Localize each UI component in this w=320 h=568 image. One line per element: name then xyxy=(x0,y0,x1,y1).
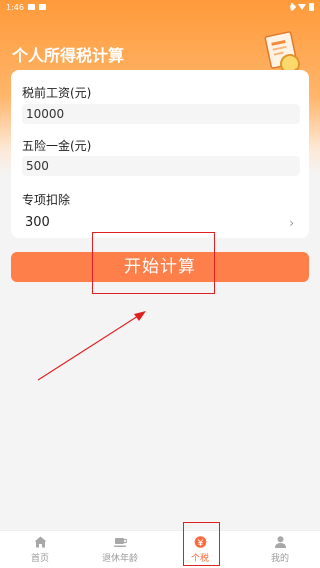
salary-label: 税前工资(元) xyxy=(22,86,92,100)
tab-retirement-label: 退休年龄 xyxy=(101,553,138,564)
chevron-right-icon: › xyxy=(289,216,294,230)
insurance-label: 五险一金(元) xyxy=(22,139,92,153)
coffee-icon xyxy=(113,537,127,547)
wifi-icon xyxy=(287,2,297,12)
deduction-value: 300 xyxy=(25,215,50,230)
notification-icon-2 xyxy=(38,4,46,10)
annotation-highlight-tab xyxy=(183,522,220,566)
tab-bar: 首页 退休年龄 个税 我的 xyxy=(0,530,320,568)
tab-home-label: 首页 xyxy=(30,553,49,564)
notification-icon xyxy=(27,4,35,10)
status-bar: 1:46 xyxy=(0,0,320,14)
tab-mine-label: 我的 xyxy=(270,553,289,564)
battery-icon xyxy=(309,3,314,11)
user-icon xyxy=(274,535,286,548)
tab-mine[interactable]: 我的 xyxy=(240,531,320,568)
annotation-highlight-button xyxy=(92,232,215,294)
home-icon xyxy=(34,536,46,547)
insurance-input[interactable]: 500 xyxy=(22,156,300,176)
tax-form-card: 税前工资(元) 10000 五险一金(元) 500 专项扣除 300 › xyxy=(11,70,309,238)
deduction-select[interactable]: 300 › xyxy=(22,212,300,234)
deduction-label: 专项扣除 xyxy=(22,193,71,207)
tab-home[interactable]: 首页 xyxy=(0,531,80,568)
signal-icon xyxy=(298,4,306,10)
status-time: 1:46 xyxy=(6,2,24,12)
tab-retirement-age[interactable]: 退休年龄 xyxy=(80,531,160,568)
page-title: 个人所得税计算 xyxy=(12,46,125,65)
salary-input[interactable]: 10000 xyxy=(22,104,300,124)
